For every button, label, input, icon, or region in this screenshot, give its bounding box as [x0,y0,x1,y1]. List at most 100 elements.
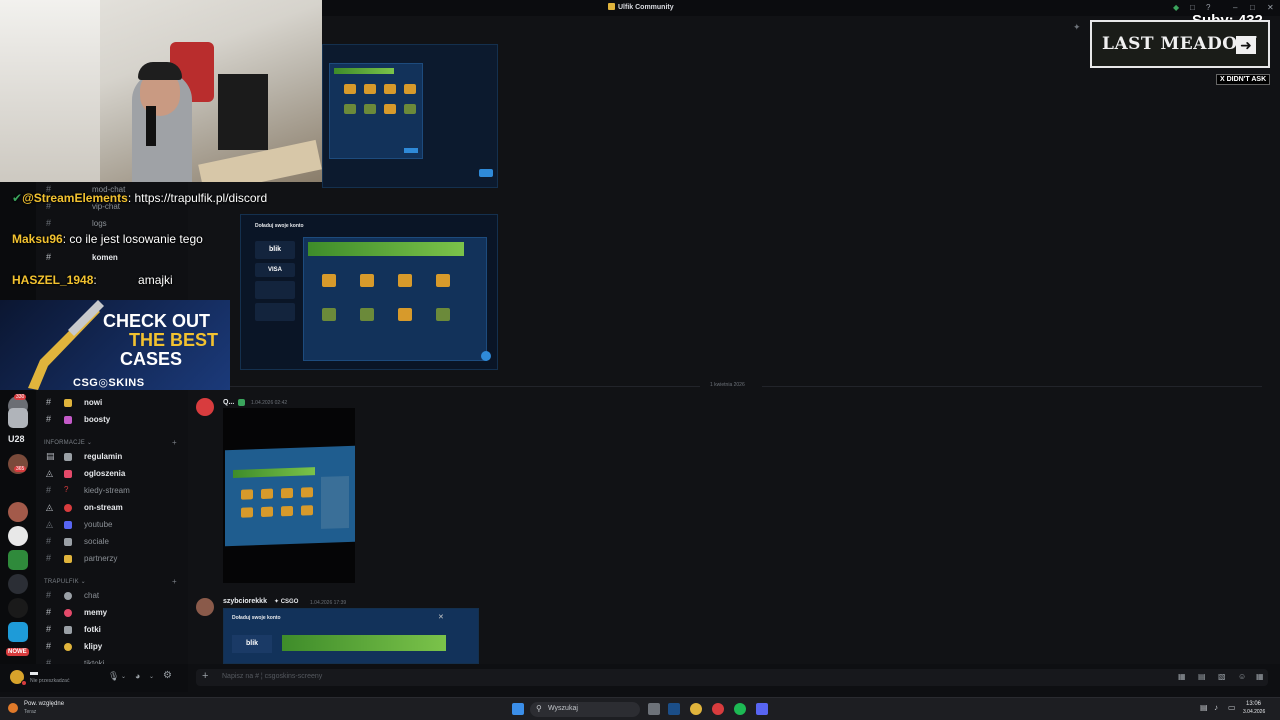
embed-title: Doładuj swoje konto [255,223,304,229]
camera-icon [64,626,72,634]
channel-on-stream[interactable]: ◬ on-stream [44,501,184,516]
message-composer[interactable]: + Napisz na # ¦ csgoskins-screeny ▦ ▤ ▧ … [196,669,1268,686]
channel-regulamin[interactable]: ▤ regulamin [44,450,184,465]
help-icon[interactable]: ? [1206,3,1210,12]
category-trapulfik[interactable]: TRAPULFIK ⌄ + [44,577,177,586]
mention-badge: 365 [14,466,27,472]
deposit-panel-image [329,63,423,159]
channel-boosty[interactable]: # boosty [44,413,184,428]
sticker-icon[interactable]: ▧ [1218,672,1226,681]
microphone-icon[interactable]: 🎙 [108,671,119,682]
weather-icon[interactable] [8,703,18,713]
emoji-icon[interactable]: ☺ [1238,672,1246,681]
hash-icon: # [46,590,52,600]
discord-avatar[interactable] [196,398,214,416]
sponsor-box: LAST MEADOW ➜ [1090,20,1270,68]
app-icon[interactable] [712,703,724,715]
start-icon[interactable] [512,703,524,715]
chat-message: Maksu96: co ile jest losowanie tego [12,232,203,246]
sponsor-line-3: CASES [120,349,183,369]
server-label[interactable]: U28 [8,434,25,444]
taskbar-search[interactable]: ⚲ Wyszukaj [530,702,640,717]
spotify-icon[interactable] [734,703,746,715]
gif-icon[interactable]: ▤ [1198,672,1206,681]
weather-text[interactable]: Pow. względne [24,701,64,707]
server-avatar[interactable] [8,550,28,570]
message-author[interactable]: szybciorekkk [223,598,267,605]
payment-option [255,281,295,299]
promo-bar [282,635,446,651]
headphones-icon[interactable]: ◕ [135,671,140,681]
gift-icon[interactable]: ▦ [1178,672,1186,681]
add-channel-icon[interactable]: + [172,438,177,447]
channel-nowi[interactable]: # nowi [44,396,184,411]
channel-kiedy-stream[interactable]: #? kiedy-stream [44,484,184,499]
photo-attachment[interactable] [223,408,355,583]
promo-bar [334,68,394,74]
image-attachment[interactable]: Doładuj swoje konto ✕ blik [223,608,479,664]
steam-icon[interactable] [668,703,680,715]
channel-klipy[interactable]: # klipy [44,640,184,655]
gear-icon[interactable]: ⚙ [163,670,172,681]
discord-taskbar-icon[interactable] [756,703,768,715]
megaphone-icon: ◬ [46,468,53,478]
wall-area [0,0,100,182]
channel-ogloszenia[interactable]: ◬ ogloszenia [44,467,184,482]
server-avatar[interactable] [8,408,28,428]
category-informacje[interactable]: INFORMACJE ⌄ + [44,438,177,447]
message-author[interactable]: Q... [223,399,234,406]
task-view-icon[interactable] [648,703,660,715]
channel-youtube[interactable]: ◬ youtube [44,518,184,533]
chevron-down-icon[interactable]: ⌄ [121,673,126,680]
megaphone-icon: ◬ [46,502,53,512]
microphone [146,106,156,146]
chevron-down-icon[interactable]: ⌄ [149,673,154,680]
message-input[interactable]: Napisz na # ¦ csgoskins-screeny [222,673,322,680]
sponsor-banner: CHECK OUT THE BEST CASES CSG◎SKINS [0,300,230,390]
server-avatar[interactable] [8,574,28,594]
sponsor-brand: CSG◎SKINS [73,377,145,389]
volume-icon[interactable]: ♪ [1214,703,1218,712]
channel-sociale[interactable]: # sociale [44,535,184,550]
youtube-icon [64,521,72,529]
channel-fotki[interactable]: # fotki [44,623,184,638]
image-attachment[interactable] [322,44,498,188]
announce-icon [64,470,72,478]
user-avatar[interactable] [196,598,214,616]
chrome-icon[interactable] [690,703,702,715]
maximize-button[interactable]: □ [1250,3,1255,12]
apps-icon[interactable]: ▦ [1256,672,1264,681]
pin-icon[interactable]: ✦ [1073,22,1081,33]
image-attachment[interactable]: Doładuj swoje konto blik VISA [240,214,498,370]
embed-title: Doładuj swoje konto [232,615,281,621]
add-channel-icon[interactable]: + [172,577,177,586]
server-avatar[interactable] [8,622,28,642]
chat-message: HASZEL_1948: amajki [12,273,173,287]
battery-icon[interactable]: ▭ [1228,703,1236,712]
hash-icon: # [46,397,52,407]
clock-date[interactable]: 3.04.2026 [1243,709,1265,715]
date-divider: 1 kwietnia 2026 [710,382,745,388]
server-avatar[interactable] [8,598,28,618]
server-avatar[interactable] [8,526,28,546]
live-icon [64,504,72,512]
network-icon[interactable]: ▤ [1200,703,1208,712]
clip-icon [64,643,72,651]
channel-komendy[interactable]: # komen [44,251,184,266]
server-avatar[interactable] [8,502,28,522]
mention-badge: 330 [14,394,27,400]
hash-icon: # [46,536,52,546]
add-attachment-icon[interactable]: + [202,670,208,682]
hash-icon: # [46,414,52,424]
nitro-icon[interactable]: ◆ [1173,3,1179,12]
new-badge: NOWE [6,648,29,656]
minimize-button[interactable]: – [1233,3,1237,12]
channel-logs[interactable]: # logs [44,217,184,232]
close-button[interactable]: ✕ [1267,3,1274,12]
channel-partnerzy[interactable]: # partnerzy [44,552,184,567]
inbox-icon[interactable]: □ [1190,3,1195,12]
channel-memy[interactable]: # memy [44,606,184,621]
user-status: Nie przeszkadzać [30,678,70,684]
clock-time[interactable]: 13:06 [1246,701,1261,707]
channel-chat[interactable]: # chat [44,589,184,604]
